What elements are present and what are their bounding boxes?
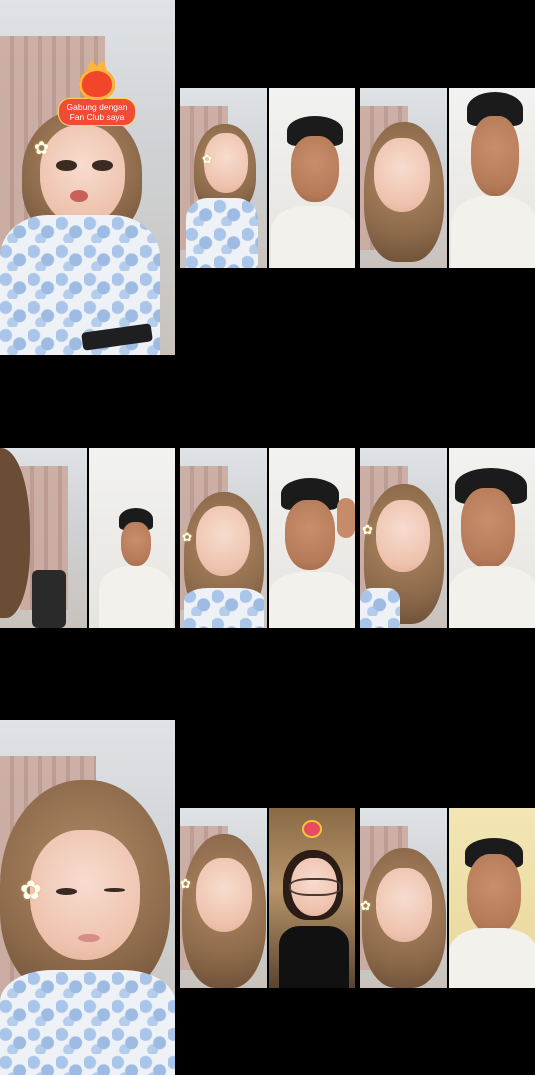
floral-dress xyxy=(186,198,258,268)
white-shirt xyxy=(268,572,355,628)
white-flower-icon: ✿ xyxy=(34,138,50,158)
floral-dress xyxy=(184,588,264,628)
video-cam-man xyxy=(448,448,535,628)
hand xyxy=(336,498,355,538)
mouth xyxy=(70,190,88,202)
video-cam-man xyxy=(448,808,535,988)
face xyxy=(470,116,519,196)
video-cam-woman xyxy=(360,88,447,268)
video-cam-man xyxy=(268,448,355,628)
heart-icon xyxy=(307,96,317,105)
white-flower-icon: ✿ xyxy=(20,875,42,905)
video-cam-woman: ✿ xyxy=(180,88,267,268)
video-tile-pair-7[interactable]: ✿ xyxy=(360,808,535,988)
fan-club-badge[interactable]: Gabung dengan Fan Club saya xyxy=(58,68,136,126)
chair xyxy=(32,570,66,628)
white-shirt xyxy=(448,928,535,988)
face xyxy=(120,522,151,566)
black-top xyxy=(278,926,349,988)
mouth xyxy=(78,934,100,942)
video-tile-pair-5[interactable]: ✿ xyxy=(360,448,535,628)
video-cam-woman-glasses xyxy=(268,808,355,988)
face xyxy=(374,138,430,212)
face xyxy=(376,500,430,572)
white-flower-icon: ✿ xyxy=(362,522,373,537)
video-tile-pair-2[interactable] xyxy=(360,88,535,268)
video-cam-woman: ✿ xyxy=(360,448,447,628)
eye xyxy=(104,888,125,892)
white-flower-icon: ✿ xyxy=(360,898,371,913)
floral-dress xyxy=(360,588,400,628)
white-shirt xyxy=(270,206,355,268)
face xyxy=(284,500,335,570)
face xyxy=(376,868,432,942)
white-shirt xyxy=(98,566,173,628)
white-shirt xyxy=(450,196,535,268)
eye xyxy=(56,160,77,171)
face xyxy=(466,854,521,934)
video-tile-pair-4[interactable]: ✿ xyxy=(180,448,355,628)
heart-mascot-icon xyxy=(79,68,115,100)
video-cam-man xyxy=(268,88,355,268)
face xyxy=(290,136,339,202)
white-shirt xyxy=(448,566,535,628)
heart-icon xyxy=(303,822,320,836)
video-tile-host-2[interactable]: ✿ xyxy=(0,720,175,1075)
video-tile-pair-6[interactable]: ✿ xyxy=(180,808,355,988)
video-tile-pair-1[interactable]: ✿ xyxy=(180,88,355,268)
video-tile-host-1[interactable]: ✿ Gabung dengan Fan Club saya xyxy=(0,0,175,355)
white-flower-icon: ✿ xyxy=(182,530,193,544)
glasses xyxy=(288,878,341,896)
video-cam-woman: ✿ xyxy=(360,808,447,988)
video-cam-woman: ✿ xyxy=(180,808,267,988)
face xyxy=(196,506,250,576)
white-flower-icon: ✿ xyxy=(180,876,191,891)
video-tile-pair-3[interactable] xyxy=(0,448,175,628)
face xyxy=(196,858,252,932)
white-flower-icon: ✿ xyxy=(202,152,213,166)
video-cam-man xyxy=(88,448,175,628)
face xyxy=(40,125,125,225)
floral-dress xyxy=(0,970,175,1075)
video-cam-woman: ✿ xyxy=(180,448,267,628)
face xyxy=(460,488,515,568)
eye xyxy=(92,160,113,171)
video-cam-man xyxy=(448,88,535,268)
fan-club-badge-label: Gabung dengan Fan Club saya xyxy=(58,98,136,126)
video-cam-woman xyxy=(0,448,87,628)
